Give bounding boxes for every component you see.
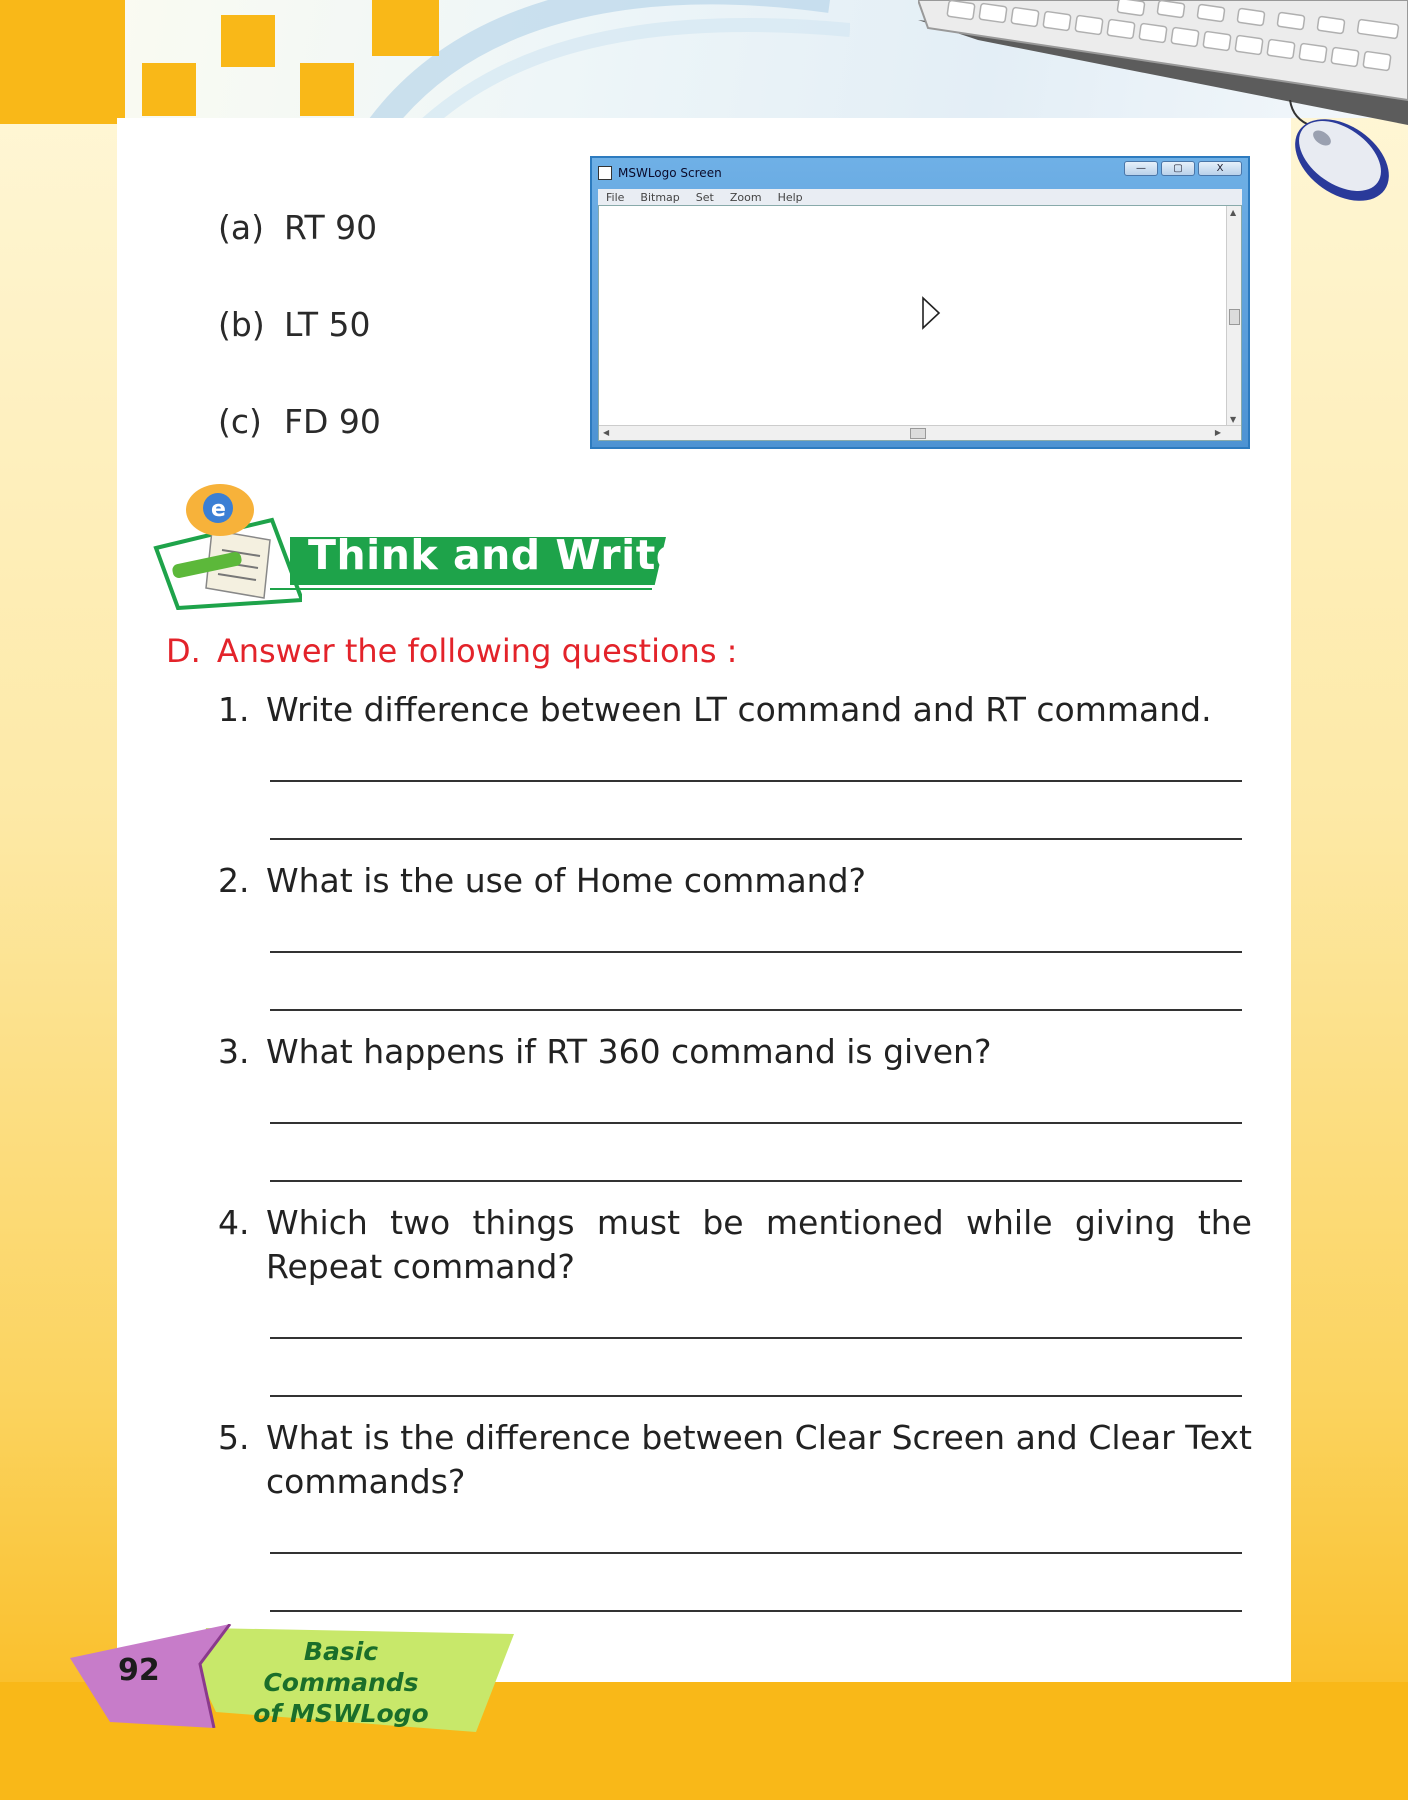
question-2: 2. What is the use of Home command? <box>218 859 1252 903</box>
maximize-button[interactable]: ▢ <box>1161 161 1195 176</box>
answer-line[interactable] <box>270 1610 1242 1612</box>
close-button[interactable]: X <box>1198 161 1242 176</box>
question-5: 5. What is the difference between Clear … <box>218 1416 1252 1504</box>
think-write-title: Think and Write <box>308 531 685 579</box>
answer-line[interactable] <box>270 838 1242 840</box>
question-text: Which two things must be mentioned while… <box>266 1203 1252 1286</box>
answer-line[interactable] <box>270 1122 1242 1124</box>
option-b: (b) LT 50 <box>218 305 370 344</box>
chapter-title-line2: of MSWLogo <box>253 1699 429 1728</box>
question-number: 3. <box>218 1032 250 1071</box>
banner-underline <box>270 588 652 590</box>
question-text: What is the difference between Clear Scr… <box>266 1418 1252 1501</box>
menu-set[interactable]: Set <box>696 191 714 204</box>
scroll-right-icon[interactable]: ▶ <box>1215 428 1221 437</box>
section-heading-text: Answer the following questions : <box>216 632 738 670</box>
question-text: What happens if RT 360 command is given? <box>266 1032 992 1071</box>
chapter-title-line1: Basic Commands <box>263 1637 419 1697</box>
option-c: (c) FD 90 <box>218 402 381 441</box>
think-write-icon: e <box>153 484 302 610</box>
answer-line[interactable] <box>270 1180 1242 1182</box>
section-heading: D. Answer the following questions : <box>166 632 737 670</box>
question-1: 1. Write difference between LT command a… <box>218 688 1252 732</box>
scroll-down-icon[interactable]: ▼ <box>1230 415 1236 424</box>
question-text: What is the use of Home command? <box>266 861 867 900</box>
window-controls: — ▢ X <box>1124 161 1242 176</box>
drawing-canvas[interactable]: ▲ ▼ ◀ ▶ <box>598 205 1242 441</box>
window-title: MSWLogo Screen <box>618 166 722 180</box>
vertical-scroll-thumb[interactable] <box>1229 309 1240 325</box>
menu-bar: File Bitmap Set Zoom Help <box>598 189 1242 205</box>
question-3: 3. What happens if RT 360 command is giv… <box>218 1030 1252 1074</box>
app-icon <box>598 166 612 180</box>
answer-line[interactable] <box>270 951 1242 953</box>
answer-line[interactable] <box>270 780 1242 782</box>
option-tag: (a) <box>218 208 264 247</box>
horizontal-scrollbar[interactable]: ◀ ▶ <box>599 425 1241 440</box>
answer-line[interactable] <box>270 1552 1242 1554</box>
question-number: 4. <box>218 1203 250 1242</box>
mswlogo-window: MSWLogo Screen — ▢ X File Bitmap Set Zoo… <box>590 156 1250 449</box>
decorative-square <box>142 63 196 116</box>
turtle-icon <box>922 296 941 330</box>
menu-bitmap[interactable]: Bitmap <box>640 191 679 204</box>
decorative-square <box>300 63 354 116</box>
option-text: LT 50 <box>284 305 371 344</box>
question-number: 1. <box>218 690 250 729</box>
option-text: FD 90 <box>284 402 381 441</box>
vertical-scrollbar[interactable]: ▲ ▼ <box>1226 206 1241 426</box>
page-number: 92 <box>118 1653 160 1688</box>
svg-text:e: e <box>211 497 226 522</box>
decorative-square <box>372 0 439 56</box>
menu-help[interactable]: Help <box>778 191 803 204</box>
answer-line[interactable] <box>270 1009 1242 1011</box>
question-4: 4. Which two things must be mentioned wh… <box>218 1201 1252 1289</box>
option-text: RT 90 <box>284 208 378 247</box>
minimize-button[interactable]: — <box>1124 161 1158 176</box>
question-number: 2. <box>218 861 250 900</box>
right-margin <box>1291 118 1408 1684</box>
question-text: Write difference between LT command and … <box>266 690 1212 729</box>
option-tag: (c) <box>218 402 262 441</box>
answer-line[interactable] <box>270 1395 1242 1397</box>
option-a: (a) RT 90 <box>218 208 377 247</box>
horizontal-scroll-thumb[interactable] <box>910 428 926 439</box>
section-label: D. <box>166 632 201 670</box>
scroll-left-icon[interactable]: ◀ <box>603 428 609 437</box>
question-number: 5. <box>218 1418 250 1457</box>
chapter-title: Basic Commands of MSWLogo <box>236 1636 446 1729</box>
decorative-square <box>221 15 275 67</box>
menu-file[interactable]: File <box>606 191 624 204</box>
menu-zoom[interactable]: Zoom <box>730 191 762 204</box>
answer-line[interactable] <box>270 1337 1242 1339</box>
option-tag: (b) <box>218 305 265 344</box>
corner-block <box>0 0 125 124</box>
scroll-up-icon[interactable]: ▲ <box>1230 208 1236 217</box>
window-titlebar: MSWLogo Screen <box>598 162 722 184</box>
